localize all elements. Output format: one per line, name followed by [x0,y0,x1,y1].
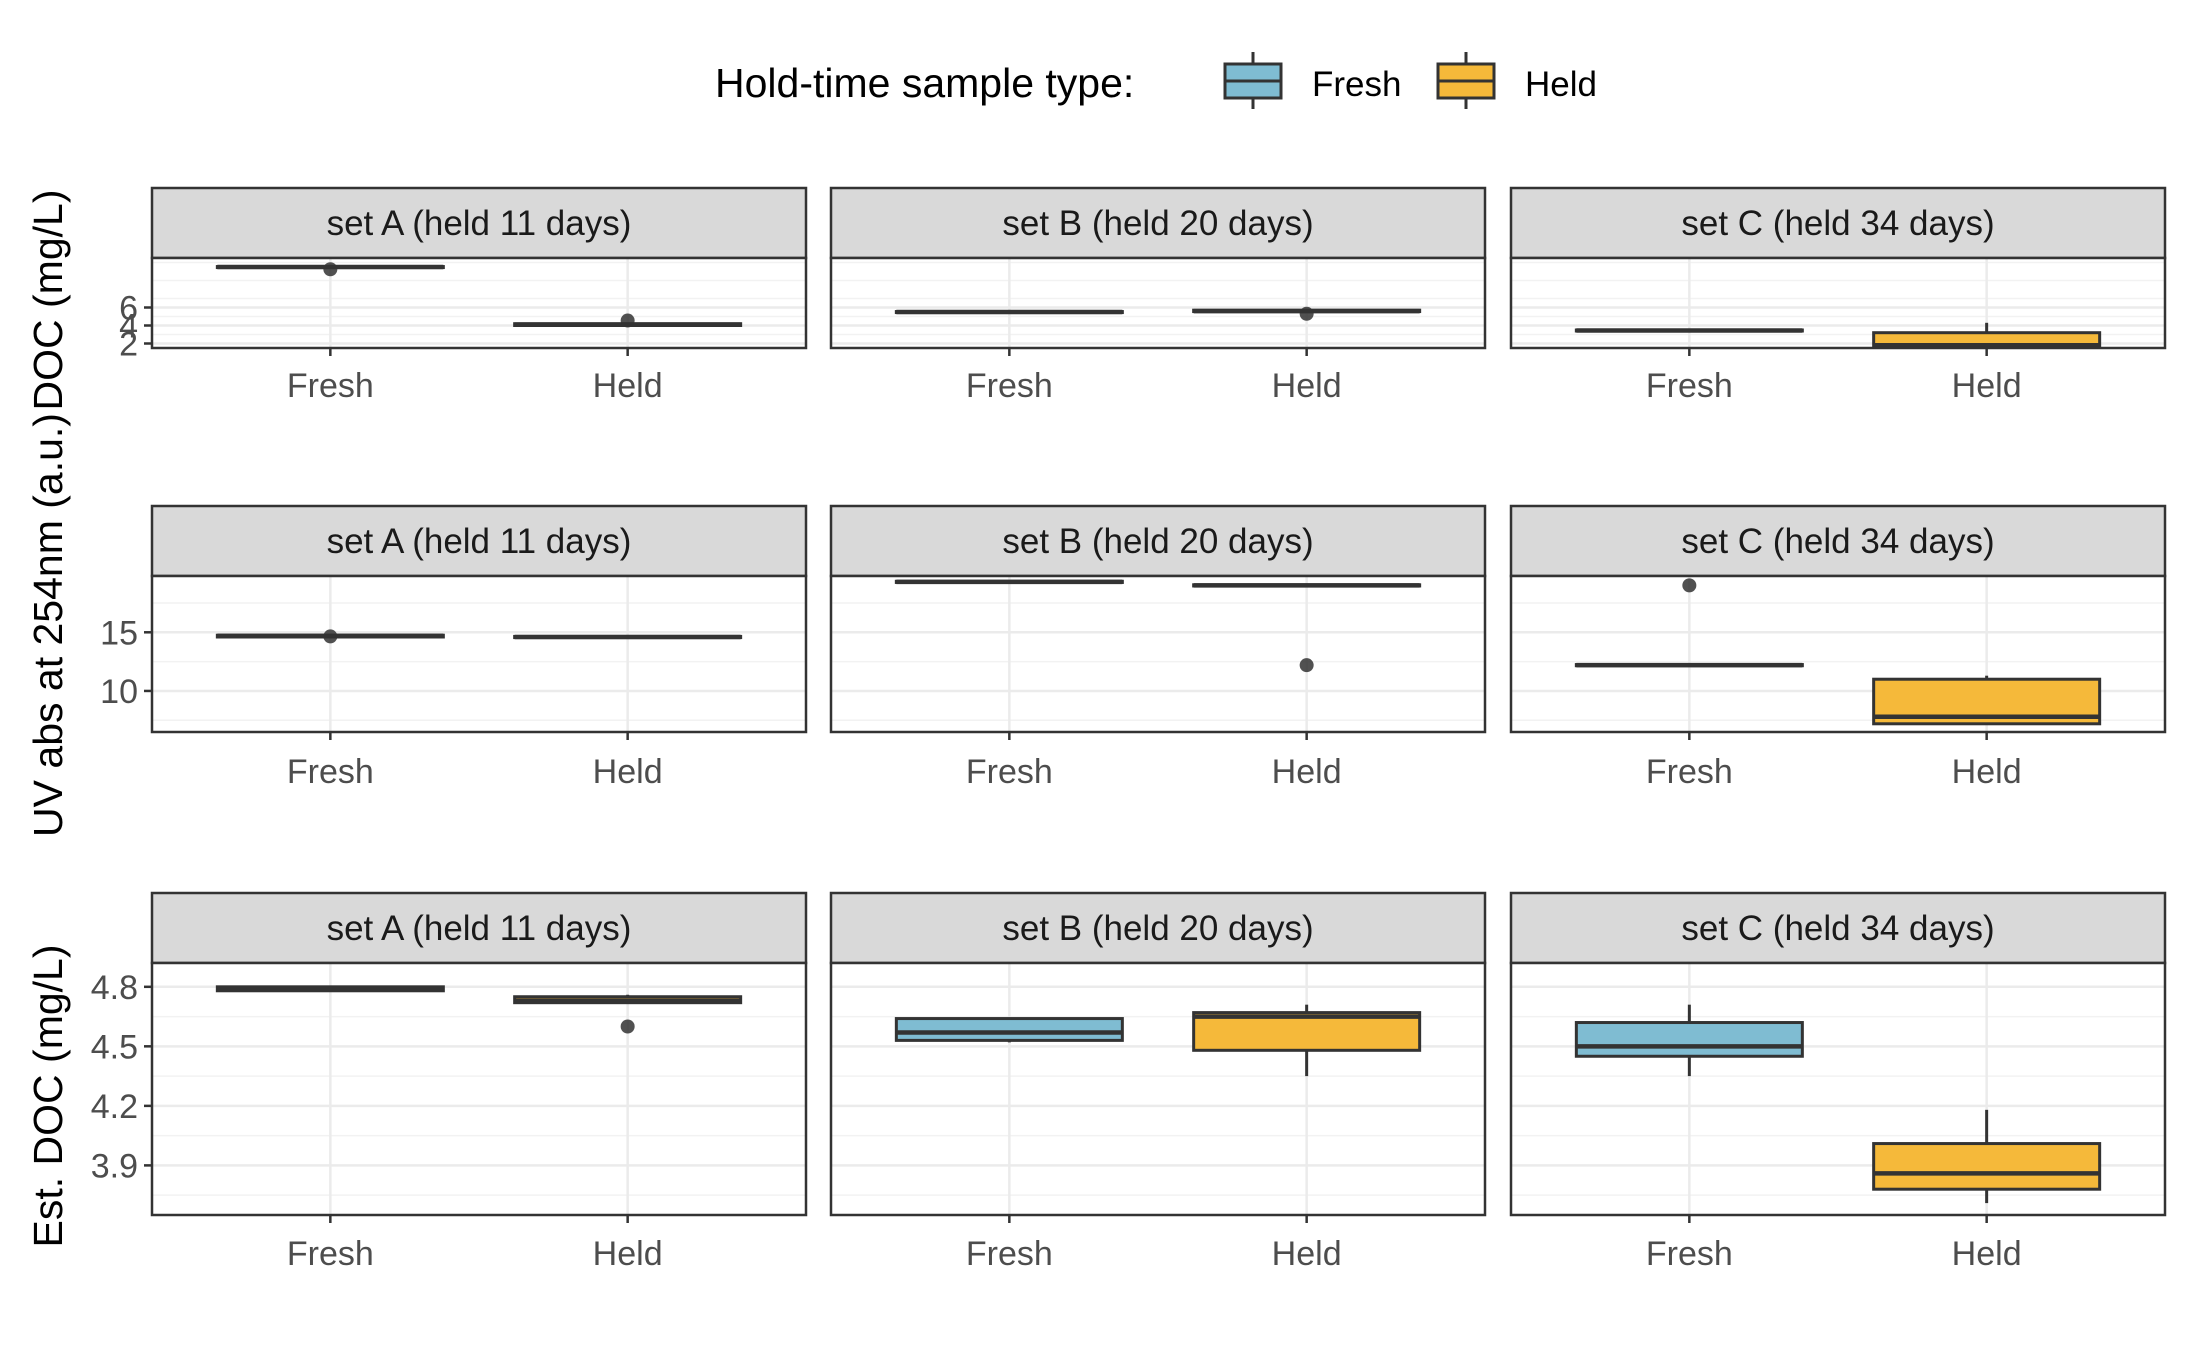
outlier-point [323,629,338,644]
x-tick-label: Fresh [966,1235,1053,1273]
panel-row1-col2: set B (held 20 days) Fresh Held [829,186,1487,405]
box-fresh [894,579,1124,585]
panel-row3-col3: set C (held 34 days) Fresh Held [1509,891,2167,1273]
facet-strip-label: set C (held 34 days) [1681,204,1994,243]
box-held [1872,675,2102,726]
x-tick-label: Held [1272,753,1342,791]
x-tick-label: Fresh [1646,753,1733,791]
x-tick-label: Fresh [287,753,374,791]
x-tick-label: Fresh [287,367,374,405]
outlier-point [1299,306,1314,321]
y-tick-label: 4.8 [91,969,138,1007]
facet-strip-label: set C (held 34 days) [1681,522,1994,561]
box-fresh [215,985,445,993]
facet-strip-label: set B (held 20 days) [1002,522,1313,561]
outlier-point [620,1019,635,1034]
panel-row3-col2: set B (held 20 days) Fresh Held [829,891,1487,1273]
panel-row3-col1: set A (held 11 days) Fresh Held 3.9 4.2 4.5 4.… [91,891,808,1273]
panel-row2-col2: set B (held 20 days) Fresh Held [829,504,1487,791]
x-tick-label: Held [1272,1235,1342,1273]
x-tick-label: Held [593,753,663,791]
box-held [513,634,743,640]
y-axis-label-est-doc: Est. DOC (mg/L) [25,945,71,1248]
panel-row1-col3: set C (held 34 days) Fresh Held [1509,186,2167,405]
panel-row2-col1: set A (held 11 days) Fresh Held 10 15 [100,504,808,791]
x-tick-label: Fresh [1646,1235,1733,1273]
panel-row2-col3: set C (held 34 days) Fresh Held [1509,504,2167,791]
legend-title: Hold-time sample type: [715,60,1134,106]
panel-background [831,963,1485,1215]
x-tick-label: Held [1952,753,2022,791]
x-tick-label: Held [1952,1235,2022,1273]
legend-key-fresh [1223,52,1283,109]
box-fresh [894,1017,1124,1043]
box-fresh [894,309,1124,315]
legend-key-held [1436,52,1496,109]
legend-label-fresh: Fresh [1312,65,1401,104]
facet-strip-label: set B (held 20 days) [1002,204,1313,243]
x-tick-label: Fresh [966,753,1053,791]
legend-label-held: Held [1525,65,1597,104]
y-axis-labels: UV abs at 254nm (a.u.) DOC (mg/L) Est. D… [25,190,71,1248]
panel-background [831,576,1485,732]
y-tick-label: 6 [119,290,138,328]
faceted-boxplot-figure: Hold-time sample type: Fresh Held UV abs… [25,52,2167,1273]
box-iqr [1574,1021,1804,1058]
x-tick-label: Fresh [966,367,1053,405]
box-fresh [1574,328,1804,333]
y-tick-label: 10 [100,673,138,711]
legend: Hold-time sample type: Fresh Held [715,52,1597,109]
outlier-point [620,313,635,328]
x-tick-label: Held [593,367,663,405]
outlier-point [1299,658,1314,673]
outlier-point [1682,578,1697,593]
facet-strip-label: set C (held 34 days) [1681,909,1994,948]
facet-strip-label: set A (held 11 days) [327,204,632,243]
x-tick-label: Fresh [1646,367,1733,405]
x-tick-label: Fresh [287,1235,374,1273]
x-tick-label: Held [1272,367,1342,405]
facet-strip-label: set A (held 11 days) [327,909,632,948]
box-iqr [894,1017,1124,1042]
y-tick-label: 15 [100,614,138,652]
y-tick-label: 3.9 [91,1147,138,1185]
x-tick-label: Held [593,1235,663,1273]
y-tick-label: 4.2 [91,1088,138,1126]
panel-background [152,576,806,732]
panel-grid: set A (held 11 days)Fresh Held246set B (h… [91,186,2167,1273]
y-axis-label-uv-abs: UV abs at 254nm (a.u.) [25,413,71,837]
y-tick-label: 4.5 [91,1028,138,1066]
panel-row1-col1: set A (held 11 days)Fresh Held246 [119,186,808,405]
facet-strip-label: set A (held 11 days) [327,522,632,561]
x-tick-label: Held [1952,367,2022,405]
y-axis-label-doc: DOC (mg/L) [25,190,71,411]
outlier-point [323,262,338,277]
box-iqr [1872,1142,2102,1191]
facet-strip-label: set B (held 20 days) [1002,909,1313,948]
